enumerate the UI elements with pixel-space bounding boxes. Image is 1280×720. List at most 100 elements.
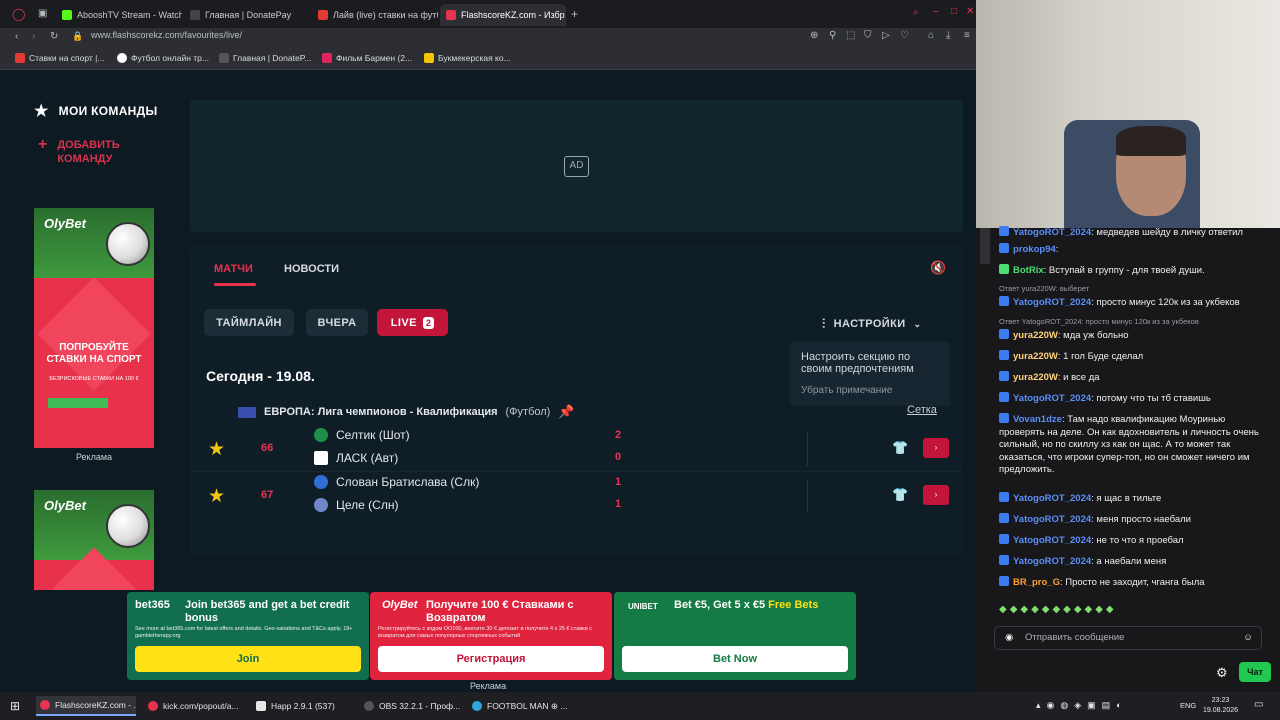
taskbar-item[interactable]: OBS 32.2.1 - Проф... xyxy=(360,696,460,716)
windows-start-icon[interactable]: ⊞ xyxy=(10,699,20,713)
away-score: 0 xyxy=(615,451,622,463)
team-crest-icon xyxy=(314,451,328,465)
emoji-icon[interactable]: ☺ xyxy=(1243,627,1253,649)
tab-bar: ◯ ▣ AbooshTV Stream - Watch Главная | Do… xyxy=(0,0,976,28)
shield-icon[interactable]: ⛉ xyxy=(864,30,872,41)
chat-send-button[interactable]: Чат xyxy=(1239,662,1271,682)
send-icon[interactable]: ▷ xyxy=(882,30,890,41)
olybet-side-banner-2[interactable]: OlyBet xyxy=(34,490,154,590)
tab-matches[interactable]: МАТЧИ xyxy=(214,263,253,275)
chat-username[interactable]: YatogoROT_2024 xyxy=(1013,493,1091,504)
pin-icon[interactable]: 📌 xyxy=(558,404,574,420)
chat-input[interactable]: ◉ Отправить сообщение ☺ xyxy=(994,626,1262,650)
maximize-icon[interactable]: □ xyxy=(951,6,957,17)
taskbar-item[interactable]: kick.com/popout/a... xyxy=(144,696,244,716)
lineup-shirt-icon[interactable]: 👕 xyxy=(892,487,908,503)
notifications-icon[interactable]: ▭ xyxy=(1254,699,1263,710)
chat-text: : не то что я проебал xyxy=(1091,535,1184,546)
tray-icons[interactable]: ▴◉◍◈▣▤◐ xyxy=(1036,700,1128,711)
olybet-banner-button[interactable] xyxy=(48,398,108,408)
language-indicator[interactable]: ENG xyxy=(1180,701,1196,710)
odds-button[interactable]: › xyxy=(923,485,949,505)
taskbar-item[interactable]: FlashscoreKZ.com - ... xyxy=(36,696,136,716)
pin-icon[interactable]: ⚲ xyxy=(829,30,836,41)
odds-button[interactable]: › xyxy=(923,438,949,458)
chat-username[interactable]: YatogoROT_2024 xyxy=(1013,227,1091,238)
filter-yesterday[interactable]: ВЧЕРА xyxy=(306,309,368,336)
zoom-icon[interactable]: ⊕ xyxy=(810,30,818,41)
star-icon: ★ xyxy=(34,103,49,120)
unibet-ad[interactable]: UNIBET Bet €5, Get 5 x €5 Free Bets Bet … xyxy=(614,592,856,680)
heart-icon[interactable]: ♡ xyxy=(900,30,909,41)
opera-logo-icon[interactable]: ◯ xyxy=(12,7,25,21)
chat-username[interactable]: YatogoROT_2024 xyxy=(1013,393,1091,404)
olybet-side-banner[interactable]: OlyBet ПОПРОБУЙТЕ СТАВКИ НА СПОРТ БЕЗРИС… xyxy=(34,208,154,448)
chat-username[interactable]: YatogoROT_2024 xyxy=(1013,514,1091,525)
taskbar-item[interactable]: Happ 2.9.1 (537) xyxy=(252,696,352,716)
filter-live[interactable]: LIVE 2 xyxy=(377,309,448,336)
league-header[interactable]: ЕВРОПА: Лига чемпионов - Квалификация (Ф… xyxy=(238,404,575,420)
chat-username[interactable]: BR_pro_G xyxy=(1013,577,1060,588)
bookmark-item[interactable]: Главная | DonateP... xyxy=(219,53,311,63)
minimize-icon[interactable]: – xyxy=(933,6,939,17)
close-icon[interactable]: ✕ xyxy=(966,6,974,17)
favorite-star-icon[interactable]: ★ xyxy=(208,438,225,461)
unibet-bet-now-button[interactable]: Bet Now xyxy=(622,646,848,672)
download-icon[interactable]: ⤓ xyxy=(946,30,950,41)
chat-badge-icon xyxy=(999,264,1009,274)
settings-button[interactable]: ⫶ НАСТРОЙКИ ⌄ xyxy=(822,316,922,332)
forward-icon[interactable]: › xyxy=(32,31,35,42)
match-minute: 67 xyxy=(261,489,274,501)
taskbar-item[interactable]: FOOTBOL MAN ⊕ ... xyxy=(468,696,568,716)
bookmark-item[interactable]: Фильм Бармен (2... xyxy=(322,53,412,63)
chat-text: : я щас в тильте xyxy=(1091,493,1162,504)
tab-aboosh[interactable]: AbooshTV Stream - Watch xyxy=(56,4,182,26)
chat-username[interactable]: Vovan1dze xyxy=(1013,414,1062,425)
chat-username[interactable]: YatogoROT_2024 xyxy=(1013,556,1091,567)
bookmark-item[interactable]: Ставки на спорт |... xyxy=(15,53,104,63)
url-field[interactable]: www.flashscorekz.com/favourites/live/ xyxy=(91,30,242,40)
chat-badge-icon xyxy=(999,492,1009,502)
chat-username[interactable]: BotRix xyxy=(1013,265,1044,276)
olybet-ad[interactable]: OlyBet Получите 100 € Ставками с Возврат… xyxy=(370,592,612,680)
mute-icon[interactable]: 🔇 xyxy=(930,260,946,276)
tab-flashscore[interactable]: FlashscoreKZ.com - Избр xyxy=(440,4,566,26)
sliders-icon: ⫶ xyxy=(822,316,826,331)
menu-icon[interactable]: ≡ xyxy=(964,30,970,41)
bookmark-item[interactable]: Букмекерская ко... xyxy=(424,53,511,63)
clock[interactable]: 23:23 19.08.2026 xyxy=(1203,696,1238,716)
new-tab-icon[interactable]: + xyxy=(571,7,578,21)
bookmark-item[interactable]: Футбол онлайн тр... xyxy=(117,53,209,63)
chat-username[interactable]: YatogoROT_2024 xyxy=(1013,535,1091,546)
bracket-link[interactable]: Сетка xyxy=(907,404,937,416)
chat-badge-icon xyxy=(999,329,1009,339)
chat-username[interactable]: yura220W xyxy=(1013,351,1058,362)
tab-menu-icon[interactable]: ▣ xyxy=(38,8,47,19)
match-row[interactable]: ★ 67 Слован Братислава (Слк) Целе (Слн) … xyxy=(190,473,963,519)
filter-timeline[interactable]: ТАЙМЛАЙН xyxy=(204,309,294,336)
snapshot-icon[interactable]: ⬚ xyxy=(846,30,855,41)
bet365-join-button[interactable]: Join xyxy=(135,646,361,672)
search-icon[interactable]: ⌕ xyxy=(913,7,919,18)
bet365-ad[interactable]: bet365 Join bet365 and get a bet credit … xyxy=(127,592,369,680)
back-icon[interactable]: ‹ xyxy=(15,31,18,42)
chat-username[interactable]: prokop94 xyxy=(1013,244,1056,255)
chat-scrollbar[interactable] xyxy=(980,228,990,264)
tab-news[interactable]: НОВОСТИ xyxy=(284,263,339,275)
dismiss-tooltip-link[interactable]: Убрать примечание xyxy=(801,385,939,397)
favorite-star-icon[interactable]: ★ xyxy=(208,485,225,508)
chat-username[interactable]: YatogoROT_2024 xyxy=(1013,297,1091,308)
chat-username[interactable]: yura220W xyxy=(1013,330,1058,341)
bookmark-icon xyxy=(15,53,25,63)
tab-donatepay[interactable]: Главная | DonatePay xyxy=(184,4,310,26)
chat-username[interactable]: yura220W xyxy=(1013,372,1058,383)
lineup-shirt-icon[interactable]: 👕 xyxy=(892,440,908,456)
bookmark-icon xyxy=(117,53,127,63)
reload-icon[interactable]: ↻ xyxy=(50,31,58,42)
chat-settings-icon[interactable]: ⚙ xyxy=(1216,665,1228,681)
add-team-button[interactable]: + ДОБАВИТЬ КОМАНДУ xyxy=(38,137,137,166)
tab-live-bets[interactable]: Лайв (live) ставки на футб xyxy=(312,4,438,26)
olybet-register-button[interactable]: Регистрация xyxy=(378,646,604,672)
wallet-icon[interactable]: ⌂ xyxy=(928,30,934,41)
match-row[interactable]: ★ 66 Селтик (Шот) ЛАСК (Авт) 2 0 👕 › xyxy=(190,426,963,472)
